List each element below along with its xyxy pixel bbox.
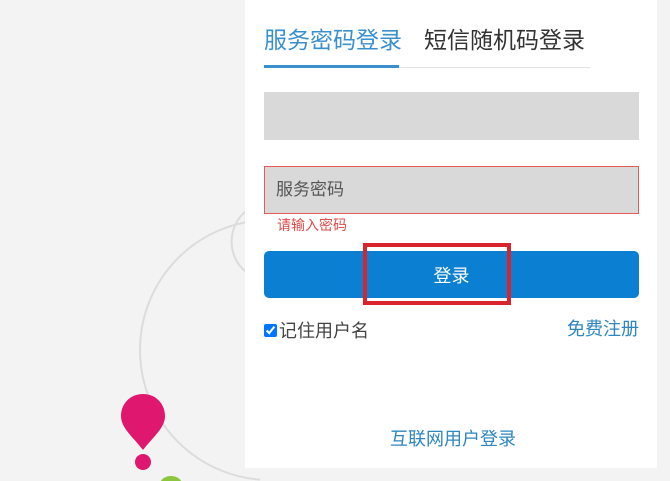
tab-sms-code[interactable]: 短信随机码登录 bbox=[424, 22, 585, 68]
page: 服务密码登录 短信随机码登录 请输入密码 登录 记住用户名 免费注册 互联网用户… bbox=[0, 0, 670, 481]
username-input[interactable] bbox=[264, 92, 639, 140]
background-illustration bbox=[121, 211, 260, 481]
remember-checkbox[interactable] bbox=[264, 323, 277, 337]
password-input[interactable] bbox=[264, 166, 639, 214]
remember-label: 记住用户名 bbox=[279, 321, 369, 342]
tab-service-password[interactable]: 服务密码登录 bbox=[264, 22, 402, 68]
register-link[interactable]: 免费注册 bbox=[567, 318, 639, 342]
green-dot bbox=[160, 476, 182, 481]
login-panel: 服务密码登录 短信随机码登录 请输入密码 登录 记住用户名 免费注册 互联网用户… bbox=[245, 0, 657, 468]
map-pin-icon bbox=[121, 394, 165, 470]
internet-user-login-link[interactable]: 互联网用户登录 bbox=[390, 428, 516, 452]
remember-username[interactable]: 记住用户名 bbox=[264, 318, 369, 342]
background-strip bbox=[657, 66, 670, 481]
password-error-message: 请输入密码 bbox=[277, 218, 347, 234]
login-button[interactable]: 登录 bbox=[264, 251, 639, 298]
login-tabs: 服务密码登录 短信随机码登录 bbox=[264, 22, 590, 68]
